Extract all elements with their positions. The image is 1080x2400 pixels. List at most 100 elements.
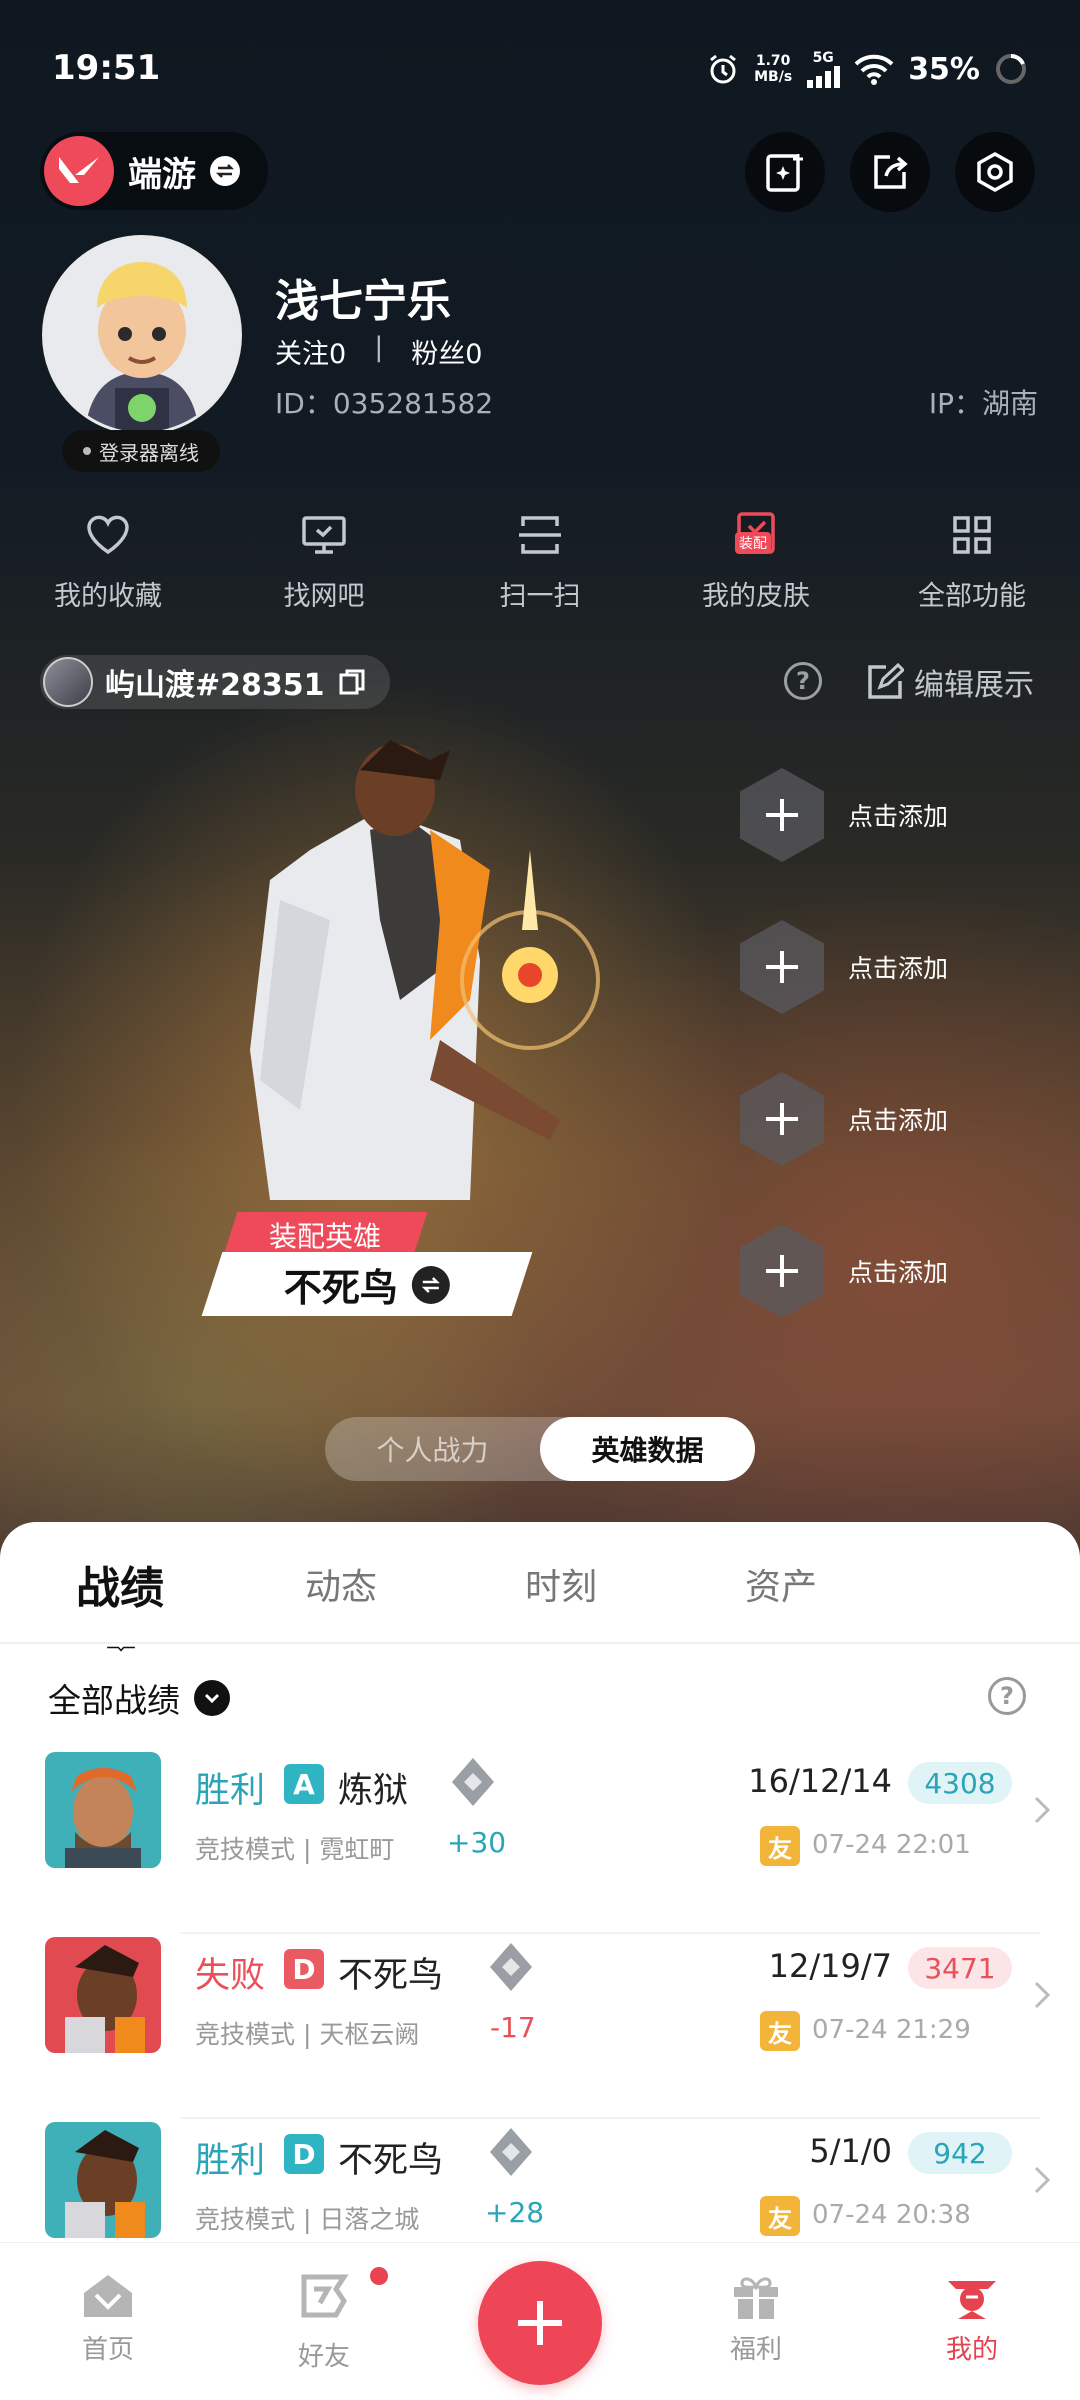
match-score: 4308	[908, 1762, 1012, 1804]
nav-welfare[interactable]: 福利	[696, 2271, 816, 2366]
match-mode: 竞技模式 | 霓虹町	[195, 1835, 395, 1864]
rank-delta: +30	[447, 1826, 507, 1859]
following-link[interactable]: 关注0	[275, 332, 346, 371]
tab-records[interactable]: 战绩	[76, 1552, 164, 1616]
chevron-right-icon	[1034, 1981, 1051, 2009]
rank-icon	[490, 2128, 532, 2176]
ip-location: IP：湖南	[928, 387, 1038, 420]
edit-icon	[868, 663, 904, 699]
records-help-icon[interactable]: ?	[988, 1677, 1026, 1715]
heart-icon	[87, 515, 129, 555]
plus-icon	[740, 920, 824, 1014]
valorant-logo-icon	[44, 136, 114, 206]
copy-icon[interactable]	[337, 667, 367, 697]
match-row[interactable]: 胜利 A 炼狱 竞技模式 | 霓虹町 +30 16/12/14 4308 友 0…	[0, 1752, 1080, 1934]
row-divider	[180, 2117, 1040, 2119]
share-button[interactable]	[850, 132, 930, 212]
equip-tag: 装配	[735, 532, 771, 554]
chevron-down-icon	[194, 1680, 230, 1716]
match-result: 胜利	[195, 2141, 266, 2181]
hero-name: 不死鸟	[283, 1265, 398, 1310]
rank-delta: +28	[485, 2196, 545, 2229]
data-toggle: 个人战力 英雄数据	[325, 1417, 755, 1481]
toggle-hero-data[interactable]: 英雄数据	[540, 1417, 755, 1481]
quick-functions: 我的收藏 找网吧 扫一扫 装配 我的皮肤 全部功能	[0, 510, 1080, 620]
status-bar: 19:51 1.70 MB/s 5G 35%	[0, 0, 1080, 140]
plus-icon	[518, 2301, 562, 2345]
tab-feed[interactable]: 动态	[305, 1558, 377, 1610]
game-switcher[interactable]: 端游	[40, 132, 268, 210]
card-edit-button[interactable]	[745, 132, 825, 212]
status-time: 19:51	[52, 48, 161, 88]
profile-agent-icon	[948, 2281, 996, 2319]
tab-indicator	[107, 1646, 135, 1652]
signal-indicator: 5G	[806, 50, 841, 88]
add-slot-3[interactable]: 点击添加	[740, 1072, 948, 1166]
launcher-status-badge: 登录器离线	[62, 430, 220, 472]
add-slot-1[interactable]: 点击添加	[740, 768, 948, 862]
share-icon	[874, 155, 908, 189]
nav-mine[interactable]: 我的	[912, 2271, 1032, 2366]
match-time: 07-24 22:01	[812, 1830, 971, 1860]
hero-name-badge[interactable]: 不死鸟	[201, 1252, 533, 1316]
bottom-nav: 首页 好友 福利 我的	[0, 2242, 1080, 2400]
monitor-icon	[302, 516, 346, 554]
quick-item-favorites[interactable]: 我的收藏	[0, 510, 216, 620]
card-sparkle-icon	[766, 154, 803, 192]
plus-icon	[740, 768, 824, 862]
scan-icon	[519, 516, 561, 554]
tabs-divider	[0, 1642, 1080, 1644]
match-row[interactable]: 失败 D 不死鸟 竞技模式 | 天枢云阙 -17 12/19/7 3471 友 …	[0, 1937, 1080, 2119]
quick-item-scan[interactable]: 扫一扫	[432, 510, 648, 620]
agent-name: 不死鸟	[338, 1956, 444, 1996]
create-post-button[interactable]	[478, 2261, 602, 2385]
quick-item-all-functions[interactable]: 全部功能	[864, 510, 1080, 620]
records-filter[interactable]: 全部战绩	[48, 1674, 230, 1722]
username: 浅七宁乐	[275, 276, 451, 327]
chevron-right-icon	[1034, 2166, 1051, 2194]
alarm-icon	[710, 54, 737, 84]
add-slot-2[interactable]: 点击添加	[740, 920, 948, 1014]
toggle-personal-power[interactable]: 个人战力	[325, 1417, 540, 1481]
friend-badge: 友	[760, 1826, 800, 1866]
kda: 16/12/14	[748, 1762, 892, 1800]
agent-name: 炼狱	[338, 1771, 409, 1811]
rank-icon	[490, 1943, 532, 1991]
rank-delta: -17	[490, 2011, 536, 2044]
friend-badge: 友	[760, 2011, 800, 2051]
avatar[interactable]	[42, 235, 242, 435]
add-slot-4[interactable]: 点击添加	[740, 1224, 948, 1318]
match-mode: 竞技模式 | 天枢云阙	[195, 2020, 420, 2049]
edit-display-button[interactable]: 编辑展示	[866, 660, 1034, 704]
wifi-icon	[854, 54, 894, 85]
quick-item-internet-cafe[interactable]: 找网吧	[216, 510, 432, 620]
content-tabs: 战绩 动态 时刻 资产	[0, 1552, 1080, 1652]
fans-link[interactable]: 粉丝0	[411, 332, 482, 371]
grade-badge: A	[284, 1764, 324, 1804]
quick-item-skins[interactable]: 装配 我的皮肤	[648, 510, 864, 620]
settings-button[interactable]	[955, 132, 1035, 212]
skin-icon: 装配	[731, 510, 781, 560]
match-result: 失败	[195, 1956, 266, 1996]
game-account[interactable]: 屿山渡#28351	[40, 655, 390, 709]
status-icons: 1.70 MB/s 5G 35%	[706, 50, 1028, 88]
grade-badge: D	[284, 1949, 324, 1989]
nav-home[interactable]: 首页	[48, 2271, 168, 2366]
grade-badge: D	[284, 2134, 324, 2174]
help-icon[interactable]: ?	[784, 662, 822, 700]
status-dot	[83, 447, 91, 455]
plus-icon	[740, 1072, 824, 1166]
nav-friends[interactable]: 好友	[264, 2267, 388, 2373]
rank-icon	[452, 1758, 494, 1806]
match-time: 07-24 20:38	[812, 2200, 971, 2230]
friends-icon-wrap	[296, 2267, 388, 2328]
match-mode: 竞技模式 | 日落之城	[195, 2205, 420, 2234]
tab-assets[interactable]: 资产	[745, 1558, 817, 1610]
game-avatar	[43, 657, 93, 707]
agent-thumbnail	[45, 1752, 161, 1868]
game-account-name: 屿山渡#28351	[105, 668, 325, 703]
agent-name: 不死鸟	[338, 2141, 444, 2181]
notification-dot	[370, 2267, 388, 2285]
gift-icon	[734, 2277, 778, 2319]
tab-moments[interactable]: 时刻	[525, 1558, 597, 1610]
